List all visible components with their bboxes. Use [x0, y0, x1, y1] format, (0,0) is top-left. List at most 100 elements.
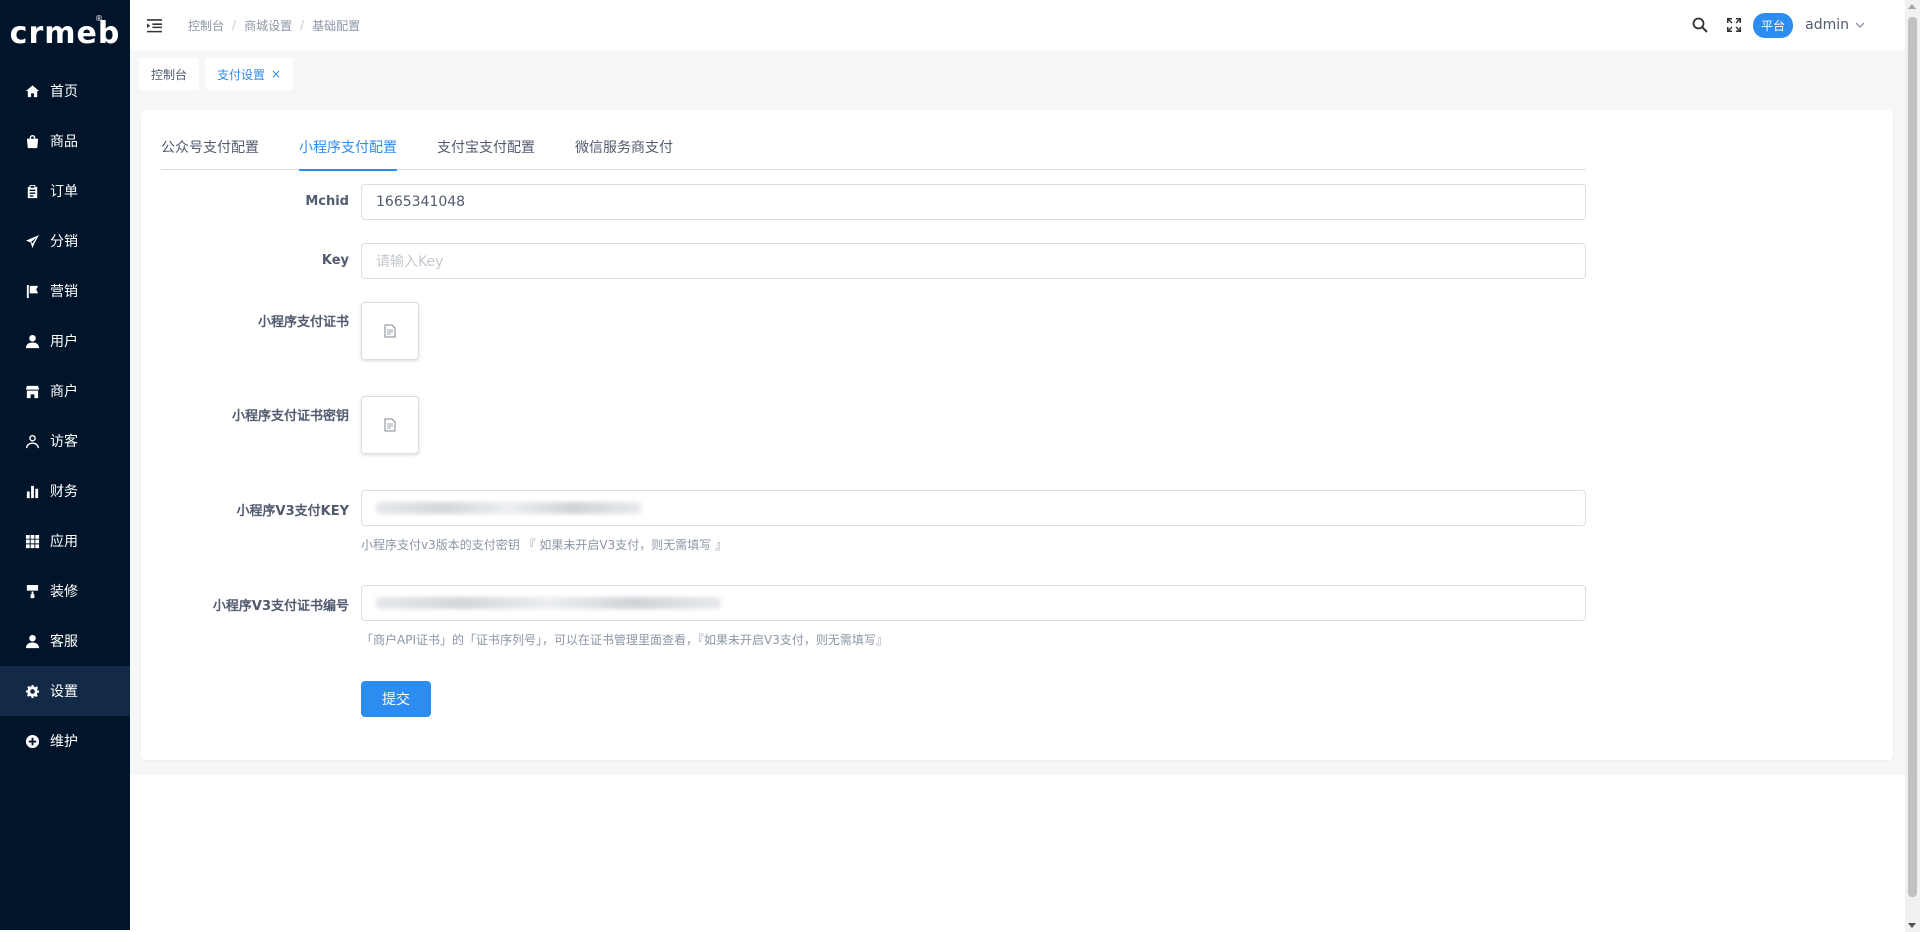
mchid-input[interactable]: 1665341048: [361, 184, 1586, 220]
sidebar-item-merchants[interactable]: 商户: [0, 366, 130, 416]
logo-registered-mark: ®: [95, 14, 104, 23]
sidebar-item-users[interactable]: 用户: [0, 316, 130, 366]
sidebar-menu: 首页 商品 订单 分销 营销 用户 商户 访客 财务 应用 装修 客服 设置 维…: [0, 66, 130, 766]
sidebar-item-apps[interactable]: 应用: [0, 516, 130, 566]
menu-collapse-button[interactable]: [130, 17, 170, 34]
content-lower-area: [130, 775, 1905, 932]
sidebar-item-label: 订单: [50, 184, 78, 200]
page-scrollbar[interactable]: [1905, 0, 1920, 932]
grid-icon: [24, 533, 40, 549]
form-row-cert-key: 小程序支付证书密钥: [141, 396, 1586, 456]
chart-icon: [24, 483, 40, 499]
breadcrumb-item[interactable]: 控制台: [188, 17, 224, 34]
brush-icon: [24, 583, 40, 599]
breadcrumb-separator: /: [232, 18, 237, 32]
redacted-value: [376, 502, 641, 514]
sidebar-item-visitors[interactable]: 访客: [0, 416, 130, 466]
form-row-v3-serial: 小程序V3支付证书编号 「商户API证书」的「证书序列号」，可以在证书管理里面查…: [141, 585, 1586, 655]
sidebar: crmeb ® 首页 商品 订单 分销 营销 用户 商户 访客 财务 应用 装修…: [0, 0, 130, 930]
tags-bar: 控制台 支付设置 ×: [130, 50, 1905, 98]
cert-key-upload-button[interactable]: [361, 396, 419, 454]
sidebar-item-label: 维护: [50, 734, 78, 750]
logo[interactable]: crmeb ®: [0, 0, 130, 66]
v3-serial-hint: 「商户API证书」的「证书序列号」，可以在证书管理里面查看，『如果未开启V3支付…: [361, 633, 888, 647]
tab-official-account-pay[interactable]: 公众号支付配置: [161, 134, 259, 170]
scroll-up-icon[interactable]: [1908, 4, 1916, 9]
flag-icon: [24, 283, 40, 299]
chevron-down-icon: [1855, 22, 1865, 28]
close-icon[interactable]: ×: [271, 67, 281, 81]
user-menu[interactable]: admin: [1805, 17, 1865, 33]
maintain-icon: [24, 733, 40, 749]
sidebar-item-decoration[interactable]: 装修: [0, 566, 130, 616]
scroll-down-icon[interactable]: [1908, 923, 1916, 928]
key-label: Key: [321, 253, 349, 268]
sidebar-item-label: 营销: [50, 284, 78, 300]
tab-alipay[interactable]: 支付宝支付配置: [437, 134, 535, 170]
sidebar-item-label: 首页: [50, 84, 78, 100]
sidebar-item-products[interactable]: 商品: [0, 116, 130, 166]
payment-config-panel: 公众号支付配置 小程序支付配置 支付宝支付配置 微信服务商支付 Mchid 16…: [141, 110, 1893, 760]
cert-key-label: 小程序支付证书密钥: [231, 409, 349, 424]
menu-fold-icon: [147, 18, 162, 32]
sidebar-item-label: 访客: [50, 434, 78, 450]
form-row-mchid: Mchid 1665341048: [141, 184, 1586, 222]
v3-key-input[interactable]: [361, 490, 1586, 526]
fullscreen-icon[interactable]: [1725, 16, 1743, 34]
tag-label: 控制台: [151, 67, 188, 82]
payment-tabs: 公众号支付配置 小程序支付配置 支付宝支付配置 微信服务商支付: [161, 134, 1586, 171]
sidebar-item-maintenance[interactable]: 维护: [0, 716, 130, 766]
cert-upload-button[interactable]: [361, 302, 419, 360]
sidebar-item-marketing[interactable]: 营销: [0, 266, 130, 316]
breadcrumb: 控制台 / 商城设置 / 基础配置: [188, 17, 360, 34]
file-icon: [384, 418, 396, 432]
sidebar-item-label: 设置: [50, 684, 78, 700]
sidebar-item-settings[interactable]: 设置: [0, 666, 130, 716]
key-input[interactable]: 请输入Key: [361, 243, 1586, 279]
top-header: 控制台 / 商城设置 / 基础配置 平台 admin: [130, 0, 1905, 50]
submit-button[interactable]: 提交: [361, 681, 431, 717]
tag-payment-settings[interactable]: 支付设置 ×: [205, 58, 294, 90]
v3-key-label: 小程序V3支付KEY: [236, 504, 349, 519]
mchid-label: Mchid: [305, 194, 349, 209]
search-icon[interactable]: [1691, 16, 1709, 34]
tag-dashboard[interactable]: 控制台: [139, 58, 200, 90]
v3-serial-input[interactable]: [361, 585, 1586, 621]
tag-label: 支付设置: [217, 67, 266, 82]
form-row-v3-key: 小程序V3支付KEY 小程序支付v3版本的支付密钥 『 如果未开启V3支付，则无…: [141, 490, 1586, 560]
store-icon: [24, 383, 40, 399]
service-icon: [24, 633, 40, 649]
header-actions: 平台 admin: [1675, 12, 1905, 38]
sidebar-item-customer-service[interactable]: 客服: [0, 616, 130, 666]
sidebar-item-label: 客服: [50, 634, 78, 650]
form-row-cert: 小程序支付证书: [141, 302, 1586, 362]
tab-wechat-service-provider[interactable]: 微信服务商支付: [575, 134, 673, 170]
send-icon: [24, 233, 40, 249]
v3-serial-label: 小程序V3支付证书编号: [212, 599, 349, 614]
sidebar-item-label: 应用: [50, 534, 78, 550]
sidebar-item-label: 用户: [50, 334, 78, 350]
tab-mini-program-pay[interactable]: 小程序支付配置: [299, 134, 397, 171]
gear-icon: [24, 683, 40, 699]
clipboard-icon: [24, 183, 40, 199]
sidebar-item-label: 商户: [50, 384, 78, 400]
sidebar-item-finance[interactable]: 财务: [0, 466, 130, 516]
form-row-key: Key 请输入Key: [141, 243, 1586, 281]
breadcrumb-item[interactable]: 商城设置: [244, 17, 292, 34]
cert-label: 小程序支付证书: [257, 315, 349, 330]
visitor-icon: [24, 433, 40, 449]
file-icon: [384, 324, 396, 338]
platform-badge[interactable]: 平台: [1753, 12, 1794, 38]
sidebar-item-orders[interactable]: 订单: [0, 166, 130, 216]
sidebar-item-label: 分销: [50, 234, 78, 250]
user-name: admin: [1805, 17, 1849, 33]
sidebar-item-distribution[interactable]: 分销: [0, 216, 130, 266]
home-icon: [24, 83, 40, 99]
sidebar-item-home[interactable]: 首页: [0, 66, 130, 116]
scrollbar-thumb[interactable]: [1908, 17, 1917, 897]
bag-icon: [24, 133, 40, 149]
v3-key-hint: 小程序支付v3版本的支付密钥 『 如果未开启V3支付，则无需填写 』: [361, 538, 728, 552]
breadcrumb-separator: /: [300, 18, 305, 32]
user-icon: [24, 333, 40, 349]
redacted-value: [376, 597, 721, 609]
